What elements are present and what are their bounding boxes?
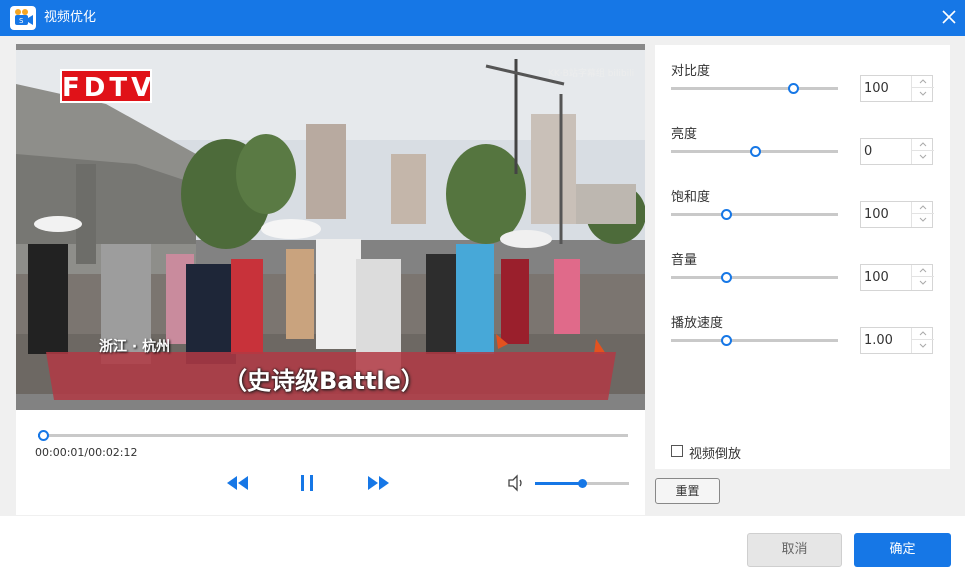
saturation-spinbox[interactable] bbox=[860, 201, 934, 228]
setting-playback-speed: 播放速度 bbox=[655, 312, 950, 372]
chevron-up-icon bbox=[919, 205, 927, 210]
chevron-down-icon bbox=[919, 280, 927, 285]
chevron-down-icon bbox=[919, 343, 927, 348]
setting-saturation: 饱和度 bbox=[655, 186, 950, 246]
setting-volume: 音量 bbox=[655, 249, 950, 309]
volume-setting-slider-thumb[interactable] bbox=[721, 272, 733, 283]
svg-text:S: S bbox=[19, 17, 24, 25]
location-caption: 浙江 · 杭州 bbox=[99, 339, 171, 355]
decrement-button[interactable] bbox=[912, 151, 934, 163]
video-watermark: KK·B站字幕组 bilibili bbox=[548, 69, 635, 79]
volume-thumb[interactable] bbox=[578, 479, 587, 488]
setting-contrast: 对比度 bbox=[655, 60, 950, 120]
saturation-slider[interactable] bbox=[671, 213, 838, 216]
speed-value[interactable] bbox=[861, 328, 909, 353]
pause-button[interactable] bbox=[300, 473, 314, 497]
chevron-down-icon bbox=[919, 217, 927, 222]
setting-label: 饱和度 bbox=[671, 190, 711, 205]
video-subtitle: （史诗级Battle） bbox=[223, 367, 425, 395]
saturation-slider-thumb[interactable] bbox=[721, 209, 733, 220]
chevron-up-icon bbox=[919, 331, 927, 336]
settings-panel: 对比度 亮度 饱和度 bbox=[655, 45, 950, 469]
decrement-button[interactable] bbox=[912, 214, 934, 226]
progress-thumb[interactable] bbox=[37, 430, 49, 441]
spin-arrows bbox=[911, 265, 934, 290]
video-preview[interactable]: FDTV KK·B站字幕组 bilibili 浙江 · 杭州 （史诗级Battl… bbox=[16, 44, 645, 410]
volume-spinbox[interactable] bbox=[860, 264, 934, 291]
brightness-spinbox[interactable] bbox=[860, 138, 934, 165]
progress-bar[interactable] bbox=[38, 434, 628, 437]
chevron-up-icon bbox=[919, 268, 927, 273]
fast-forward-icon bbox=[368, 476, 389, 490]
spin-arrows bbox=[911, 202, 934, 227]
reverse-label: 视频倒放 bbox=[689, 447, 742, 462]
increment-button[interactable] bbox=[912, 139, 934, 151]
spin-arrows bbox=[911, 76, 934, 101]
saturation-value[interactable] bbox=[861, 202, 909, 227]
volume-value[interactable] bbox=[861, 265, 909, 290]
speed-slider-thumb[interactable] bbox=[721, 335, 733, 346]
close-button[interactable] bbox=[938, 6, 960, 28]
rewind-icon bbox=[227, 476, 248, 490]
rewind-button[interactable] bbox=[226, 473, 250, 497]
brightness-slider-thumb[interactable] bbox=[749, 146, 761, 157]
increment-button[interactable] bbox=[912, 202, 934, 214]
time-display: 00:00:01/00:02:12 bbox=[35, 446, 138, 459]
contrast-value[interactable] bbox=[861, 76, 909, 101]
spin-arrows bbox=[911, 328, 934, 353]
contrast-slider-thumb[interactable] bbox=[787, 83, 799, 94]
decrement-button[interactable] bbox=[912, 88, 934, 100]
spin-arrows bbox=[911, 139, 934, 164]
chevron-down-icon bbox=[919, 154, 927, 159]
increment-button[interactable] bbox=[912, 328, 934, 340]
volume-setting-slider[interactable] bbox=[671, 276, 838, 279]
setting-label: 音量 bbox=[671, 253, 698, 268]
contrast-spinbox[interactable] bbox=[860, 75, 934, 102]
speed-slider[interactable] bbox=[671, 339, 838, 342]
close-icon bbox=[942, 10, 956, 24]
decrement-button[interactable] bbox=[912, 277, 934, 289]
dialog-footer: 取消 确定 bbox=[0, 516, 965, 586]
checkbox[interactable] bbox=[671, 445, 683, 457]
volume-fill bbox=[535, 482, 582, 485]
reset-button[interactable]: 重置 bbox=[655, 478, 720, 504]
increment-button[interactable] bbox=[912, 265, 934, 277]
chevron-up-icon bbox=[919, 142, 927, 147]
contrast-slider[interactable] bbox=[671, 87, 838, 90]
setting-label: 对比度 bbox=[671, 64, 711, 79]
title-bar: S 视频优化 bbox=[0, 0, 965, 36]
ok-button[interactable]: 确定 bbox=[854, 533, 951, 567]
channel-logo: FDTV bbox=[60, 69, 152, 103]
decrement-button[interactable] bbox=[912, 340, 934, 352]
camera-app-icon: S bbox=[10, 6, 36, 30]
cancel-button[interactable]: 取消 bbox=[747, 533, 842, 567]
speaker-icon bbox=[508, 474, 522, 492]
brightness-value[interactable] bbox=[861, 139, 909, 164]
fast-forward-button[interactable] bbox=[366, 473, 390, 497]
volume-button[interactable] bbox=[507, 474, 527, 496]
setting-label: 亮度 bbox=[671, 127, 698, 142]
setting-brightness: 亮度 bbox=[655, 123, 950, 183]
chevron-down-icon bbox=[919, 91, 927, 96]
chevron-up-icon bbox=[919, 79, 927, 84]
player-controls: 00:00:01/00:02:12 bbox=[16, 410, 645, 515]
setting-label: 播放速度 bbox=[671, 316, 724, 331]
pause-icon bbox=[301, 475, 313, 491]
window-title: 视频优化 bbox=[44, 10, 97, 25]
increment-button[interactable] bbox=[912, 76, 934, 88]
speed-spinbox[interactable] bbox=[860, 327, 934, 354]
